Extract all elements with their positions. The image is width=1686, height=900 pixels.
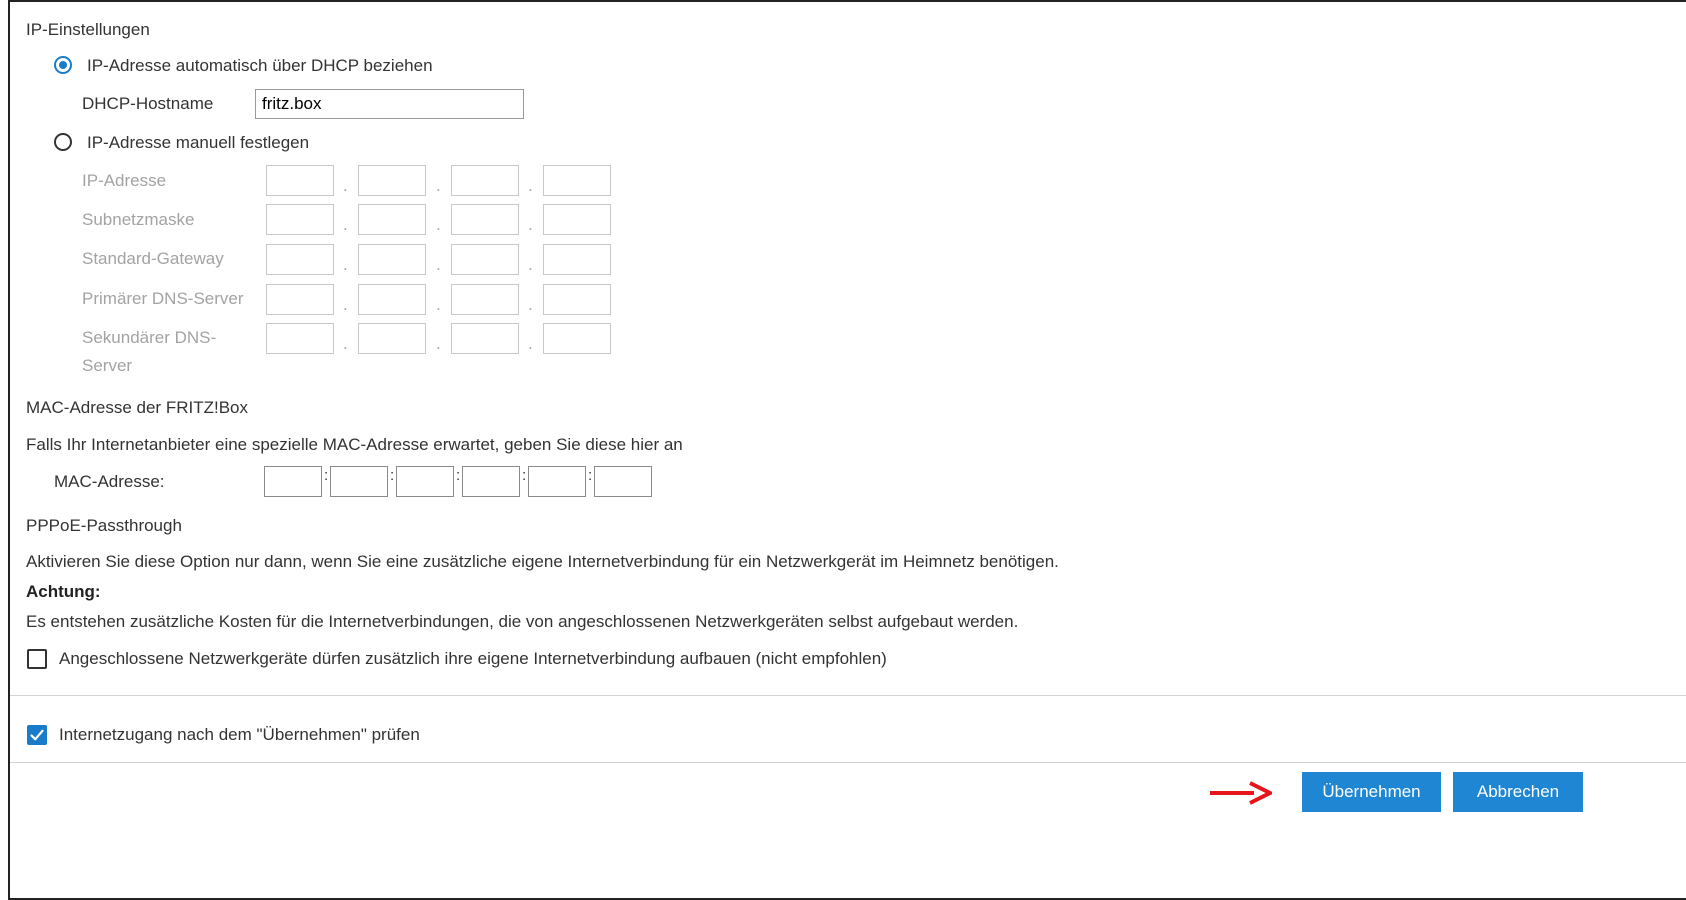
- check-internet-checkbox[interactable]: [27, 725, 47, 745]
- warning-title: Achtung:: [26, 582, 101, 601]
- mac-separator: :: [390, 467, 395, 484]
- ip-octet-input[interactable]: [358, 323, 426, 354]
- ip-octet-input[interactable]: [358, 244, 426, 275]
- ip-separator: .: [528, 295, 533, 314]
- ip-octet-input[interactable]: [543, 165, 611, 196]
- apply-button[interactable]: Übernehmen: [1302, 772, 1441, 812]
- secondary-dns-label-line1: Sekundärer DNS-: [82, 328, 217, 347]
- ip-octet-input[interactable]: [543, 204, 611, 235]
- ip-separator: .: [436, 255, 441, 274]
- mac-separator: :: [456, 467, 461, 484]
- mac-separator: :: [522, 467, 527, 484]
- ip-separator: .: [436, 334, 441, 353]
- ip-octet-input[interactable]: [358, 165, 426, 196]
- ip-octet-input[interactable]: [451, 323, 519, 354]
- ip-separator: .: [343, 176, 348, 195]
- mac-separator: :: [588, 467, 593, 484]
- check-internet-label[interactable]: Internetzugang nach dem "Übernehmen" prü…: [59, 724, 420, 746]
- ip-separator: .: [343, 215, 348, 234]
- ip-separator: .: [343, 295, 348, 314]
- ip-octet-input[interactable]: [543, 284, 611, 315]
- manual-ip-radio-label[interactable]: IP-Adresse manuell festlegen: [87, 132, 309, 154]
- ip-separator: .: [436, 295, 441, 314]
- ip-octet-input[interactable]: [266, 244, 334, 275]
- ip-octet-input[interactable]: [266, 323, 334, 354]
- ip-octet-input[interactable]: [543, 244, 611, 275]
- ip-octet-input[interactable]: [266, 204, 334, 235]
- mac-byte-input[interactable]: [462, 466, 520, 497]
- ip-octet-input[interactable]: [543, 323, 611, 354]
- ip-settings-heading: IP-Einstellungen: [26, 20, 150, 39]
- ip-separator: .: [528, 176, 533, 195]
- ip-separator: .: [343, 334, 348, 353]
- mac-description: Falls Ihr Internetanbieter eine speziell…: [26, 435, 683, 454]
- pppoe-heading: PPPoE-Passthrough: [26, 516, 182, 535]
- ip-separator: .: [436, 215, 441, 234]
- pppoe-passthrough-checkbox[interactable]: [27, 649, 47, 669]
- dhcp-hostname-label: DHCP-Hostname: [82, 94, 214, 113]
- mac-byte-input[interactable]: [330, 466, 388, 497]
- ip-separator: .: [528, 215, 533, 234]
- ip-separator: .: [528, 255, 533, 274]
- pppoe-passthrough-label[interactable]: Angeschlossene Netzwerkgeräte dürfen zus…: [59, 648, 887, 670]
- mac-byte-input[interactable]: [594, 466, 652, 497]
- mac-byte-input[interactable]: [396, 466, 454, 497]
- mac-address-label: MAC-Adresse:: [54, 472, 165, 491]
- ip-separator: .: [528, 334, 533, 353]
- cancel-button[interactable]: Abbrechen: [1453, 772, 1583, 812]
- dhcp-hostname-input[interactable]: [255, 89, 524, 119]
- ip-separator: .: [343, 255, 348, 274]
- ip-octet-input[interactable]: [451, 284, 519, 315]
- ip-octet-input[interactable]: [266, 284, 334, 315]
- mac-heading: MAC-Adresse der FRITZ!Box: [26, 398, 248, 417]
- ip-octet-input[interactable]: [266, 165, 334, 196]
- mac-byte-input[interactable]: [264, 466, 322, 497]
- pppoe-description: Aktivieren Sie diese Option nur dann, we…: [26, 552, 1059, 571]
- divider: [10, 695, 1686, 696]
- ip-octet-input[interactable]: [358, 284, 426, 315]
- secondary-dns-label-line2: Server: [82, 356, 133, 375]
- dhcp-radio-label[interactable]: IP-Adresse automatisch über DHCP beziehe…: [87, 55, 433, 77]
- ip-address-label: IP-Adresse: [82, 171, 167, 190]
- red-arrow-icon: [1210, 781, 1272, 805]
- ip-octet-input[interactable]: [451, 165, 519, 196]
- ip-separator: .: [436, 176, 441, 195]
- ip-octet-input[interactable]: [451, 244, 519, 275]
- divider: [10, 762, 1686, 763]
- ip-octet-input[interactable]: [451, 204, 519, 235]
- checkmark-icon: [30, 729, 44, 741]
- mac-byte-input[interactable]: [528, 466, 586, 497]
- primary-dns-label: Primärer DNS-Server: [82, 289, 244, 308]
- mac-separator: :: [324, 467, 329, 484]
- warning-text: Es entstehen zusätzliche Kosten für die …: [26, 612, 1019, 631]
- dhcp-radio[interactable]: [54, 56, 72, 74]
- subnet-mask-label: Subnetzmaske: [82, 210, 195, 229]
- default-gateway-label: Standard-Gateway: [82, 249, 224, 268]
- manual-ip-radio[interactable]: [54, 133, 72, 151]
- ip-octet-input[interactable]: [358, 204, 426, 235]
